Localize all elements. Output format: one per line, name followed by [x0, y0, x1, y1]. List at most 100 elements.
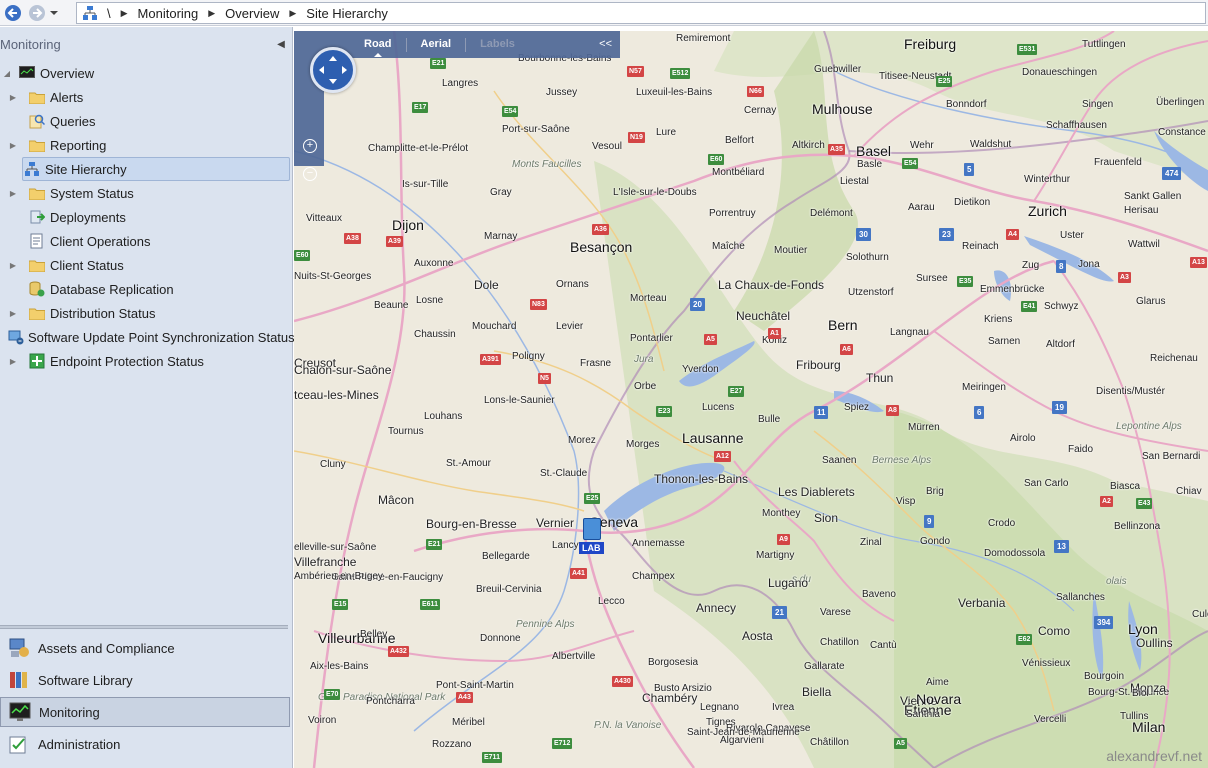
workspace-assets-and-compliance[interactable]: Assets and Compliance	[0, 633, 290, 663]
tree-item-reporting[interactable]: ▶ Reporting	[0, 133, 292, 157]
tree-item-deployments[interactable]: Deployments	[0, 205, 292, 229]
tab-labels[interactable]: Labels	[466, 31, 529, 58]
map-place-label: Gallarate	[804, 661, 845, 672]
tree-item-label: Overview	[40, 65, 95, 81]
tree-item-label: Distribution Status	[50, 305, 156, 321]
tree-item-software-update-point-synchronization-status[interactable]: Software Update Point Synchronization St…	[0, 325, 295, 349]
zoom-in-button[interactable]: +	[303, 139, 317, 153]
road-shield-badge: E25	[936, 76, 953, 87]
road-shield-badge: A430	[612, 676, 633, 687]
expanded-arrow-icon[interactable]: ◢	[2, 69, 12, 78]
map-place-label: Visp	[896, 496, 916, 507]
map-place-label: Voiron	[308, 715, 337, 726]
map-place-label: olais	[1106, 576, 1127, 587]
map-place-label: Besançon	[570, 239, 633, 255]
map-place-label: Belley	[360, 629, 388, 640]
road-shield-badge: E60	[294, 250, 311, 261]
breadcrumb-site-hierarchy[interactable]: Site Hierarchy	[300, 6, 394, 21]
site-marker[interactable]: LAB	[579, 518, 605, 556]
administration-icon	[6, 732, 32, 756]
tab-road[interactable]: Road	[350, 31, 406, 58]
map-place-label: Champex	[632, 571, 675, 582]
workspace-administration[interactable]: Administration	[0, 729, 290, 759]
road-shield-badge: E712	[552, 738, 573, 749]
map-place-label: Frauenfeld	[1094, 157, 1142, 168]
tree-item-site-hierarchy[interactable]: Site Hierarchy	[22, 157, 290, 181]
pan-compass-icon[interactable]	[310, 47, 356, 93]
map-place-label: Lepontine Alps	[1116, 421, 1182, 432]
map-place-label: Freiburg	[904, 36, 957, 52]
map-place-label: St.-Amour	[446, 458, 492, 469]
workspace-monitoring[interactable]: Monitoring	[0, 697, 290, 727]
map-place-label: Zug	[1022, 260, 1040, 271]
map-place-label: Villefranche	[294, 555, 357, 569]
road-shield-badge: A8	[886, 405, 899, 416]
expand-arrow-icon[interactable]: ▶	[8, 309, 18, 318]
zoom-out-button[interactable]: −	[303, 167, 317, 181]
tree-item-client-operations[interactable]: Client Operations	[0, 229, 292, 253]
map-place-label: Vitteaux	[306, 213, 342, 224]
map-place-label: Bern	[828, 317, 858, 333]
breadcrumb-root[interactable]: \	[101, 6, 117, 21]
road-shield-badge: E43	[1136, 498, 1153, 509]
workspace-label: Assets and Compliance	[38, 640, 175, 656]
road-shield-badge: E27	[728, 386, 745, 397]
workspace-software-library[interactable]: Software Library	[0, 665, 290, 695]
breadcrumb-separator-icon[interactable]: ▶	[204, 8, 219, 19]
map-place-label: Moutier	[774, 245, 808, 256]
expand-arrow-icon[interactable]: ▶	[8, 141, 18, 150]
tree-item-alerts[interactable]: ▶ Alerts	[0, 85, 292, 109]
map-place-label: Aarau	[908, 202, 935, 213]
site-hierarchy-map[interactable]: Freiburg Remiremont Tuttlingen Donauesching…	[294, 31, 1208, 768]
road-shield-badge: 6	[974, 406, 985, 419]
map-place-label: Albertville	[552, 651, 596, 662]
road-shield-badge: A38	[344, 233, 361, 244]
road-shield-badge: 394	[1094, 616, 1114, 629]
map-place-label: Dijon	[392, 217, 424, 233]
map-place-label: Morez	[568, 435, 596, 446]
breadcrumb[interactable]: \ ▶ Monitoring ▶ Overview ▶ Site Hierarc…	[76, 2, 1206, 24]
chevron-down-icon	[50, 10, 58, 15]
road-shield-badge: A5	[704, 334, 717, 345]
tree-item-database-replication[interactable]: Database Replication	[0, 277, 292, 301]
road-shield-badge: 30	[856, 228, 871, 241]
road-shield-badge: A43	[456, 692, 473, 703]
tree-item-label: Client Operations	[50, 233, 151, 249]
road-shield-badge: A13	[1190, 257, 1207, 268]
map-place-label: Orbe	[634, 381, 657, 392]
map-place-label: La Chaux-de-Fonds	[718, 278, 825, 292]
tree-item-system-status[interactable]: ▶ System Status	[0, 181, 292, 205]
map-place-label: Neuchâtel	[736, 309, 791, 323]
map-place-label: Cantù	[870, 640, 897, 651]
back-button[interactable]	[2, 2, 24, 24]
collapse-pane-icon[interactable]: ◀	[274, 39, 288, 50]
history-dropdown[interactable]	[48, 2, 60, 24]
expand-arrow-icon[interactable]: ▶	[8, 357, 18, 366]
map-place-label: Gray	[490, 187, 512, 198]
breadcrumb-overview[interactable]: Overview	[219, 6, 285, 21]
map-place-label: Luxeuil-les-Bains	[636, 87, 713, 98]
workspace-splitter[interactable]	[0, 625, 288, 629]
tree-item-endpoint-protection-status[interactable]: ▶ Endpoint Protection Status	[0, 349, 292, 373]
road-shield-badge: E54	[502, 106, 519, 117]
map-place-label: Schwyz	[1044, 301, 1079, 312]
collapse-map-controls-button[interactable]: <<	[599, 31, 612, 58]
breadcrumb-monitoring[interactable]: Monitoring	[132, 6, 205, 21]
map-place-label: Morteau	[630, 293, 667, 304]
tree-item-client-status[interactable]: ▶ Client Status	[0, 253, 292, 277]
forward-button[interactable]	[26, 2, 48, 24]
road-shield-badge: E23	[656, 406, 673, 417]
tree-item-overview[interactable]: ◢ Overview	[0, 61, 292, 85]
map-place-label: Langnau	[890, 327, 929, 338]
expand-arrow-icon[interactable]: ▶	[8, 261, 18, 270]
expand-arrow-icon[interactable]: ▶	[8, 189, 18, 198]
expand-arrow-icon[interactable]: ▶	[8, 93, 18, 102]
map-place-label: Nuits-St-Georges	[294, 271, 372, 282]
map-place-label: Chiav	[1176, 486, 1202, 497]
map-place-label: Culoz	[1192, 609, 1208, 620]
tab-aerial[interactable]: Aerial	[407, 31, 466, 58]
breadcrumb-separator-icon[interactable]: ▶	[117, 8, 132, 19]
tree-item-distribution-status[interactable]: ▶ Distribution Status	[0, 301, 292, 325]
tree-item-queries[interactable]: Queries	[0, 109, 292, 133]
breadcrumb-separator-icon[interactable]: ▶	[285, 8, 300, 19]
